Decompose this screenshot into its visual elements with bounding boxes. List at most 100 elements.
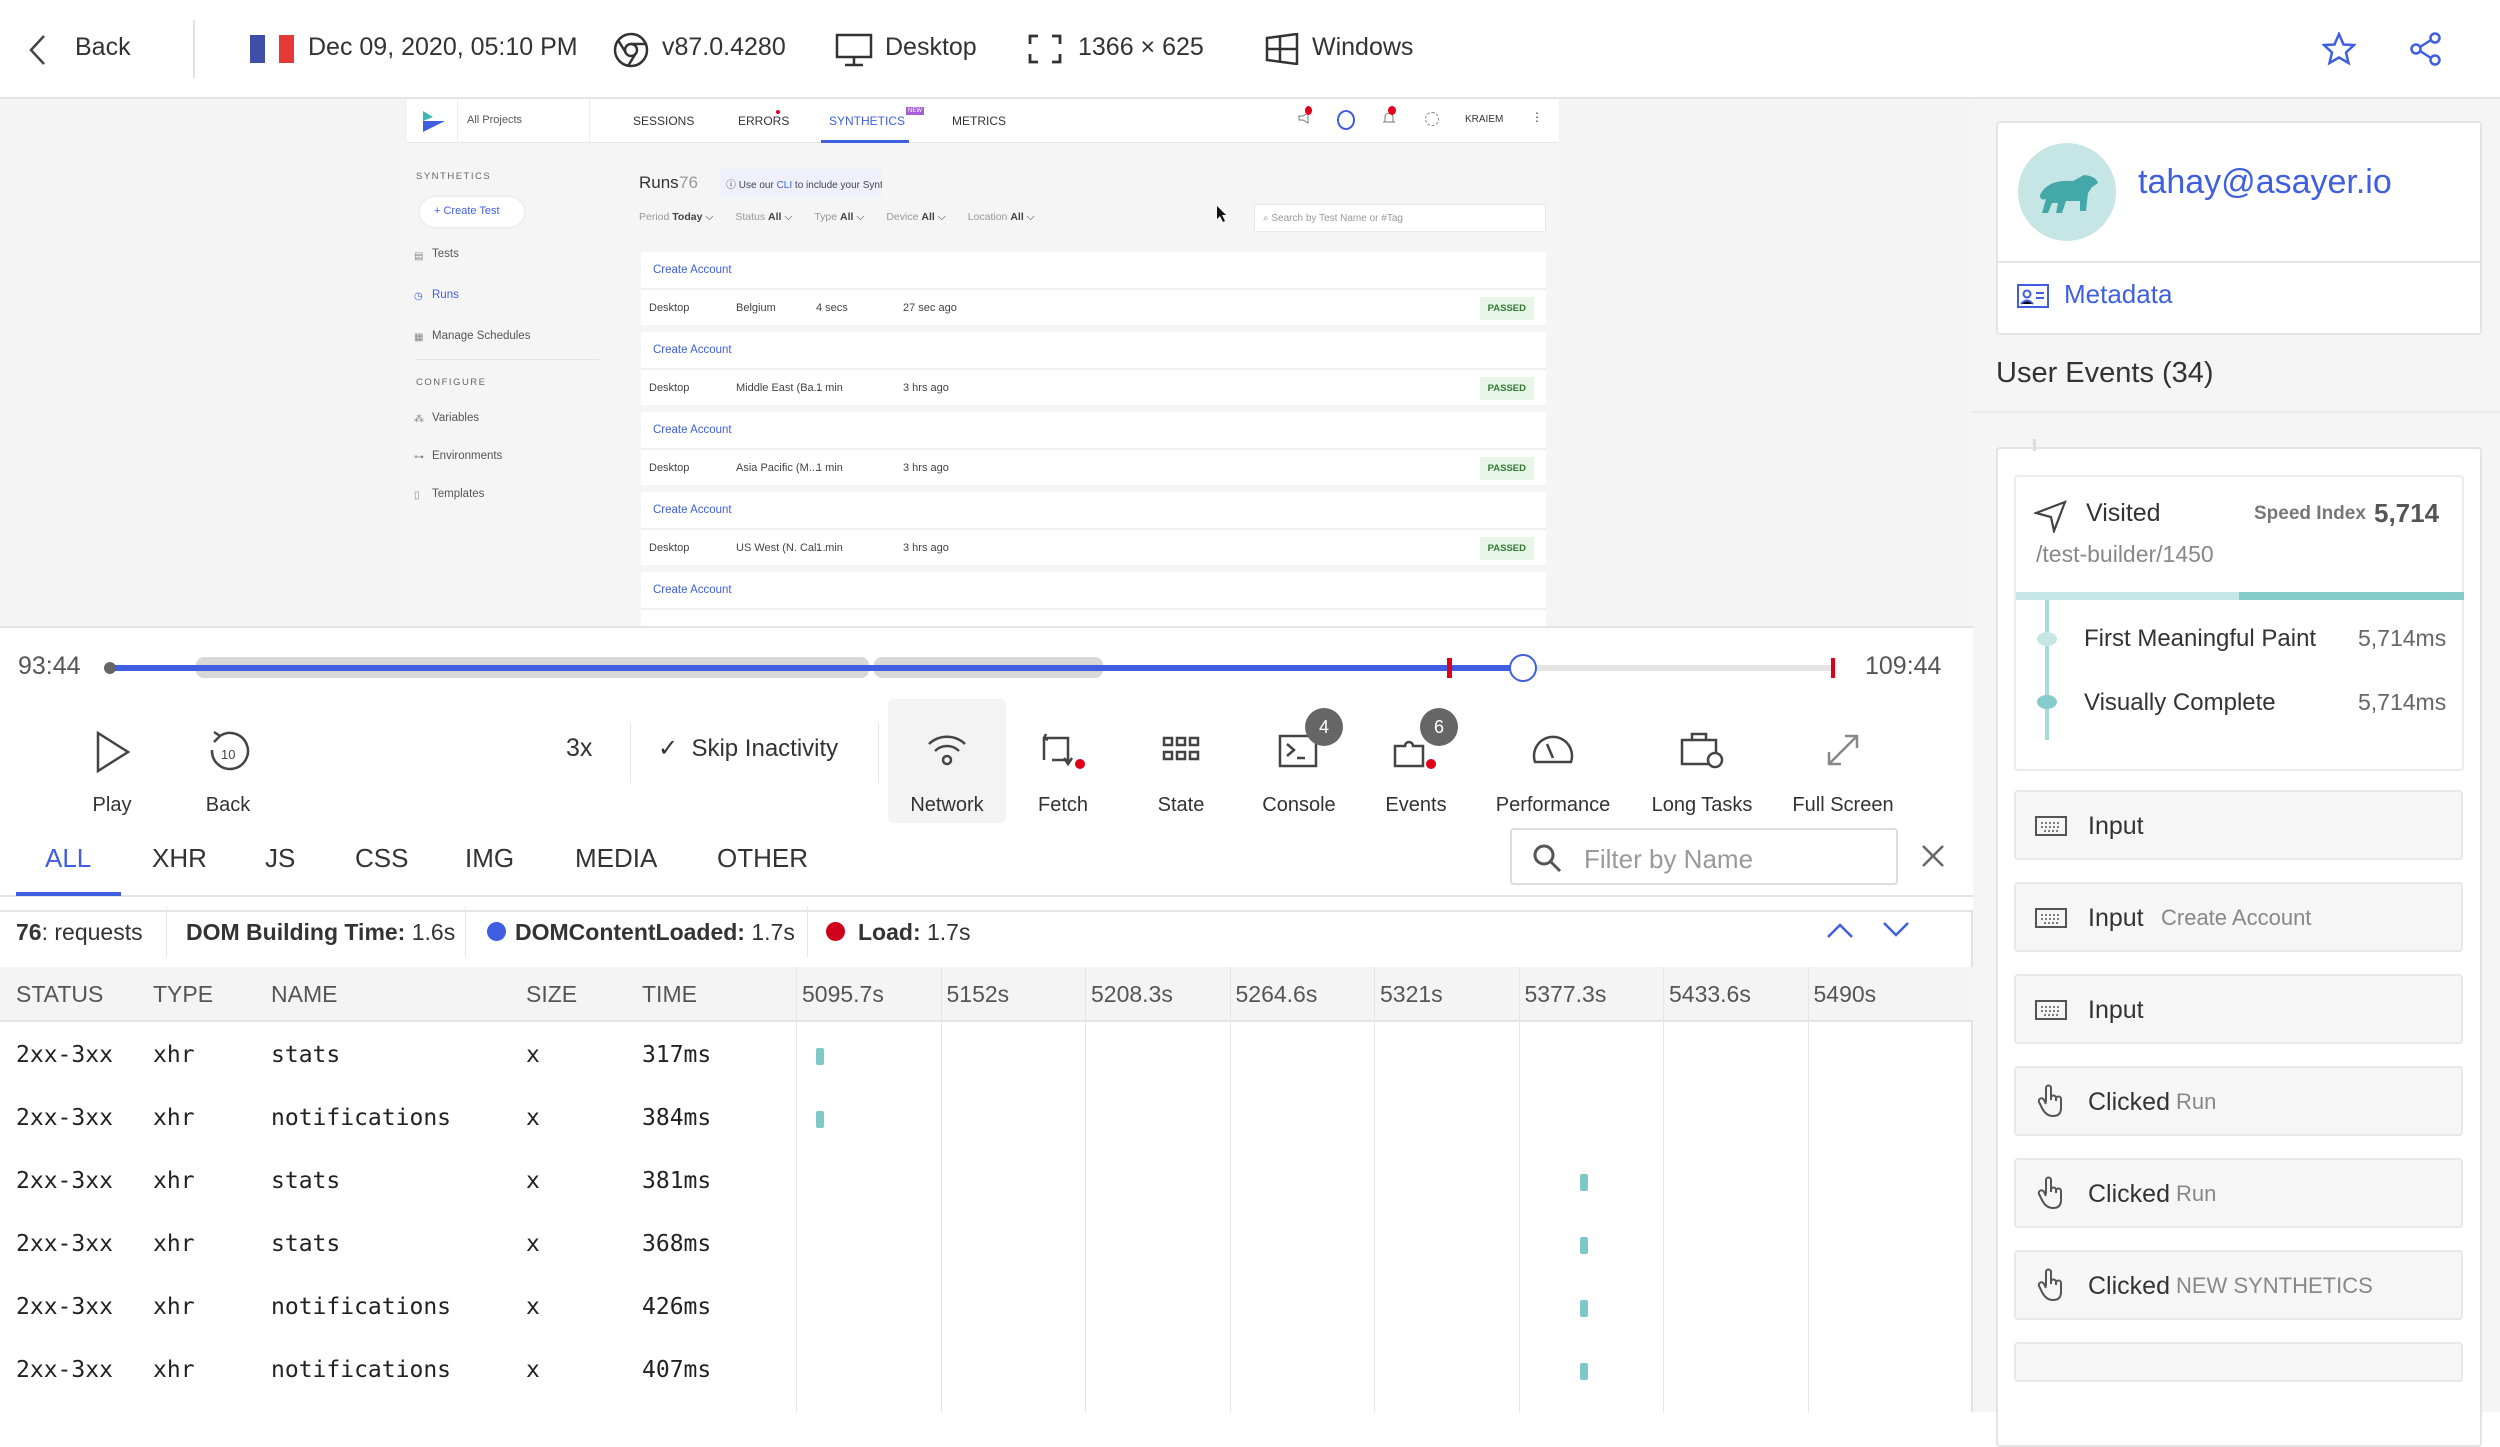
user-card: tahay@asayer.io Metadata [1996, 121, 2482, 335]
user-event-item[interactable]: Clicked Run [2014, 1066, 2463, 1136]
network-tab-button[interactable]: Network [887, 708, 1007, 818]
table-row[interactable]: 2xx-3xx xhr stats x 381ms [0, 1150, 1973, 1213]
notifications-bell-icon[interactable] [1382, 106, 1396, 125]
sidebar-item-tests[interactable]: Tests [432, 248, 459, 260]
user-email[interactable]: tahay@asayer.io [2138, 163, 2392, 202]
tab-js[interactable]: JS [265, 843, 295, 874]
tab-css[interactable]: CSS [355, 843, 408, 874]
back-button[interactable]: Back [75, 33, 131, 62]
sidebar-item-runs[interactable]: Runs [432, 289, 459, 301]
request-time: 407ms [642, 1357, 712, 1383]
table-row[interactable]: 2xx-3xx xhr notifications x 426ms [0, 1276, 1973, 1339]
waterfall-tick-label: 5321s [1380, 981, 1443, 1007]
visited-event[interactable]: Visited Speed Index 5,714 /test-builder/… [2014, 475, 2464, 771]
share-icon[interactable] [2407, 30, 2445, 68]
create-test-button[interactable]: + Create Test [420, 197, 524, 227]
filter-status[interactable]: Status All ⌵ [735, 211, 792, 224]
column-size[interactable]: SIZE [526, 981, 577, 1008]
cli-info-banner: ⓘ Use our CLI to include your Synthetics… [720, 169, 882, 196]
run-details [641, 608, 1546, 626]
run-time-ago: 3 hrs ago [903, 462, 949, 474]
sidebar-item-templates[interactable]: Templates [432, 488, 484, 500]
nav-synthetics[interactable]: SYNTHETICS [829, 114, 905, 128]
tab-img[interactable]: IMG [465, 843, 514, 874]
run-card[interactable]: Create Account Desktop Asia Pacific (M..… [641, 412, 1546, 485]
table-row[interactable]: 2xx-3xx xhr notifications x 384ms [0, 1087, 1973, 1150]
request-type: xhr [153, 1357, 195, 1383]
play-button[interactable]: Play [52, 708, 172, 818]
run-card[interactable]: Create Account Desktop US West (N. Cal..… [641, 492, 1546, 565]
tab-all[interactable]: ALL [45, 843, 91, 874]
state-tab-button[interactable]: State [1121, 708, 1241, 818]
tab-media[interactable]: MEDIA [575, 843, 657, 874]
user-event-item[interactable] [2014, 1342, 2463, 1382]
filter-device[interactable]: Device All ⌵ [886, 211, 945, 224]
column-name[interactable]: NAME [271, 981, 337, 1008]
column-status[interactable]: STATUS [16, 981, 103, 1008]
filter-period[interactable]: Period Today ⌵ [639, 211, 713, 224]
nav-errors[interactable]: ERRORS [738, 114, 789, 128]
run-device: Desktop [649, 542, 690, 554]
tab-other[interactable]: OTHER [717, 843, 808, 874]
user-event-item[interactable]: Input Create Account [2014, 882, 2463, 952]
sidebar-item-variables[interactable]: Variables [432, 412, 479, 424]
run-test-name[interactable]: Create Account [653, 504, 732, 516]
star-icon[interactable] [2320, 30, 2358, 68]
player-area: All Projects SESSIONS ERRORS SYNTHETICS … [0, 99, 1973, 1412]
tab-xhr[interactable]: XHR [152, 843, 207, 874]
console-tab-button[interactable]: 4 Console [1239, 708, 1359, 818]
full-screen-button[interactable]: Full Screen [1783, 708, 1903, 818]
long-tasks-tab-button[interactable]: Long Tasks [1642, 708, 1762, 818]
more-vertical-icon[interactable]: ⋮ [1531, 110, 1543, 124]
skip-inactivity-toggle[interactable]: ✓ Skip Inactivity [658, 734, 838, 763]
run-card[interactable]: Create Account Desktop Middle East (Ba..… [641, 332, 1546, 405]
run-test-name[interactable]: Create Account [653, 344, 732, 356]
user-event-item[interactable]: Input [2014, 790, 2463, 860]
back-arrow-icon[interactable] [22, 30, 52, 70]
run-test-name[interactable]: Create Account [653, 424, 732, 436]
chevron-up-icon[interactable] [1826, 921, 1854, 939]
filter-type[interactable]: Type All ⌵ [814, 211, 864, 224]
run-device: Desktop [649, 382, 690, 394]
user-event-item[interactable]: Clicked NEW SYNTHETICS [2014, 1250, 2463, 1320]
nav-sessions[interactable]: SESSIONS [633, 114, 694, 128]
run-card[interactable]: Create Account [641, 572, 1546, 626]
test-search-input[interactable]: ⌕ Search by Test Name or #Tag [1254, 204, 1546, 232]
settings-gear-icon[interactable] [1425, 112, 1439, 126]
filter-by-name-input[interactable]: Filter by Name [1510, 828, 1898, 885]
announcement-icon[interactable] [1297, 106, 1312, 125]
close-icon[interactable] [1920, 843, 1946, 874]
run-test-name[interactable]: Create Account [653, 584, 732, 596]
table-row[interactable]: 2xx-3xx xhr stats x 368ms [0, 1213, 1973, 1276]
sidebar-item-environments[interactable]: Environments [432, 450, 502, 462]
column-time[interactable]: TIME [642, 981, 697, 1008]
chevron-down-icon[interactable] [1882, 921, 1910, 939]
back-10-button[interactable]: 10 Back [168, 708, 288, 818]
table-row[interactable]: 2xx-3xx xhr notifications x 407ms [0, 1339, 1973, 1402]
metadata-button[interactable]: Metadata [2064, 279, 2172, 310]
timeline-scrubber-handle[interactable] [1508, 654, 1537, 682]
run-test-name[interactable]: Create Account [653, 264, 732, 276]
filter-location[interactable]: Location All ⌵ [968, 211, 1035, 224]
run-time-ago: 3 hrs ago [903, 382, 949, 394]
column-type[interactable]: TYPE [153, 981, 213, 1008]
search-icon [1533, 844, 1562, 873]
events-tab-button[interactable]: 6 Events [1356, 708, 1476, 818]
request-status: 2xx-3xx [16, 1357, 113, 1383]
error-marker[interactable] [1831, 658, 1835, 678]
sidebar-item-manage-schedules[interactable]: Manage Schedules [432, 330, 530, 342]
user-name[interactable]: KRAIEM [1465, 114, 1503, 125]
performance-tab-button[interactable]: Performance [1493, 708, 1613, 818]
run-card[interactable]: Create Account Desktop Belgium 4 secs 27… [641, 252, 1546, 325]
fetch-tab-button[interactable]: Fetch [1003, 708, 1123, 818]
request-status: 2xx-3xx [16, 1168, 113, 1194]
cli-link[interactable]: CLI [777, 180, 793, 191]
user-event-item[interactable]: Input [2014, 974, 2463, 1044]
user-event-item[interactable]: Clicked Run [2014, 1158, 2463, 1228]
error-marker[interactable] [1447, 658, 1452, 678]
project-selector[interactable]: All Projects [467, 114, 522, 126]
runs-count: 76 [679, 173, 698, 192]
table-row[interactable]: 2xx-3xx xhr stats x 317ms [0, 1024, 1973, 1087]
playback-speed-button[interactable]: 3x [566, 734, 592, 763]
nav-metrics[interactable]: METRICS [952, 114, 1006, 128]
